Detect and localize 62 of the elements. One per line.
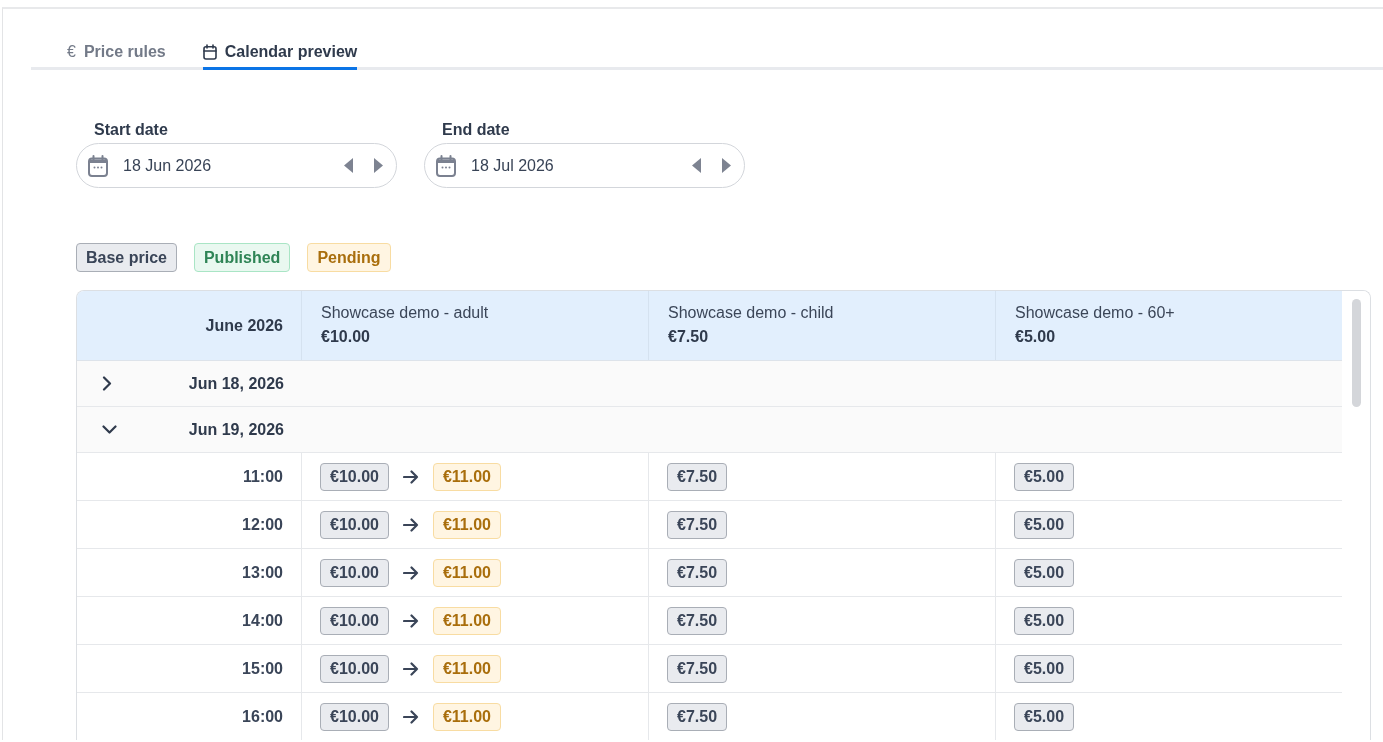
tab[interactable]: Calendar preview: [202, 36, 358, 70]
caret-left-icon[interactable]: [344, 158, 353, 173]
pending-price-badge: €11.00: [432, 510, 501, 539]
pending-price-badge: €11.00: [432, 558, 501, 587]
time-slot-label: 13:00: [242, 563, 283, 582]
column-title: Showcase demo - adult: [321, 303, 489, 323]
price-badge: €10.00: [320, 654, 389, 683]
column-base-price: €5.00: [1015, 327, 1056, 347]
price-badge: €7.50: [667, 702, 728, 731]
chevron-right-icon[interactable]: [102, 376, 112, 391]
price-badge: €5.00: [1014, 702, 1075, 731]
month-label: June 2026: [205, 316, 283, 335]
price-badge: €7.50: [667, 558, 728, 587]
pending-price-badge: €11.00: [432, 702, 501, 731]
price-badge: €5.00: [1014, 462, 1075, 491]
price-badge: €5.00: [1014, 558, 1075, 587]
legend-badge: Published: [193, 243, 291, 272]
field-label: Start date: [94, 120, 168, 140]
column-base-price: €10.00: [321, 327, 370, 347]
price-badge: €7.50: [667, 654, 728, 683]
price-badge: €5.00: [1014, 606, 1075, 635]
price-badge: €5.00: [1014, 510, 1075, 539]
calendar-icon: [88, 154, 108, 177]
arrow-right-icon: [402, 613, 419, 628]
price-badge: €10.00: [320, 462, 389, 491]
pending-price-badge: €11.00: [432, 606, 501, 635]
price-badge: €10.00: [320, 606, 389, 635]
time-slot-label: 14:00: [242, 611, 283, 630]
price-badge: €10.00: [320, 510, 389, 539]
calendar-icon: [436, 154, 456, 177]
arrow-right-icon: [402, 517, 419, 532]
time-slot-label: 11:00: [242, 467, 283, 486]
arrow-right-icon: [402, 661, 419, 676]
time-slot-label: 12:00: [242, 515, 283, 534]
calendar-icon: [202, 44, 217, 60]
caret-left-icon[interactable]: [692, 158, 701, 173]
arrow-right-icon: [402, 565, 419, 580]
price-badge: €7.50: [667, 606, 728, 635]
price-badge: €7.50: [667, 462, 728, 491]
field-label: End date: [442, 120, 510, 140]
pending-price-badge: €11.00: [432, 462, 501, 491]
price-badge: €5.00: [1014, 654, 1075, 683]
time-slot-label: 15:00: [242, 659, 283, 678]
price-badge: €10.00: [320, 702, 389, 731]
column-base-price: €7.50: [668, 327, 709, 347]
date-group-label: Jun 18, 2026: [188, 374, 284, 393]
pending-price-badge: €11.00: [432, 654, 501, 683]
caret-right-icon[interactable]: [722, 158, 731, 173]
price-badge: €7.50: [667, 510, 728, 539]
scrollbar-thumb[interactable]: [1351, 299, 1361, 407]
arrow-right-icon: [402, 469, 419, 484]
caret-right-icon[interactable]: [374, 158, 383, 173]
time-slot-label: 16:00: [242, 707, 283, 726]
arrow-right-icon: [402, 709, 419, 724]
legend-badge: Base price: [76, 243, 177, 272]
price-badge: €10.00: [320, 558, 389, 587]
column-title: Showcase demo - child: [668, 303, 834, 323]
chevron-down-icon[interactable]: [102, 424, 117, 435]
date-group-label: Jun 19, 2026: [188, 420, 284, 439]
tab[interactable]: € Price rules: [67, 36, 166, 70]
column-title: Showcase demo - 60+: [1015, 303, 1175, 323]
legend-badge: Pending: [307, 243, 391, 272]
